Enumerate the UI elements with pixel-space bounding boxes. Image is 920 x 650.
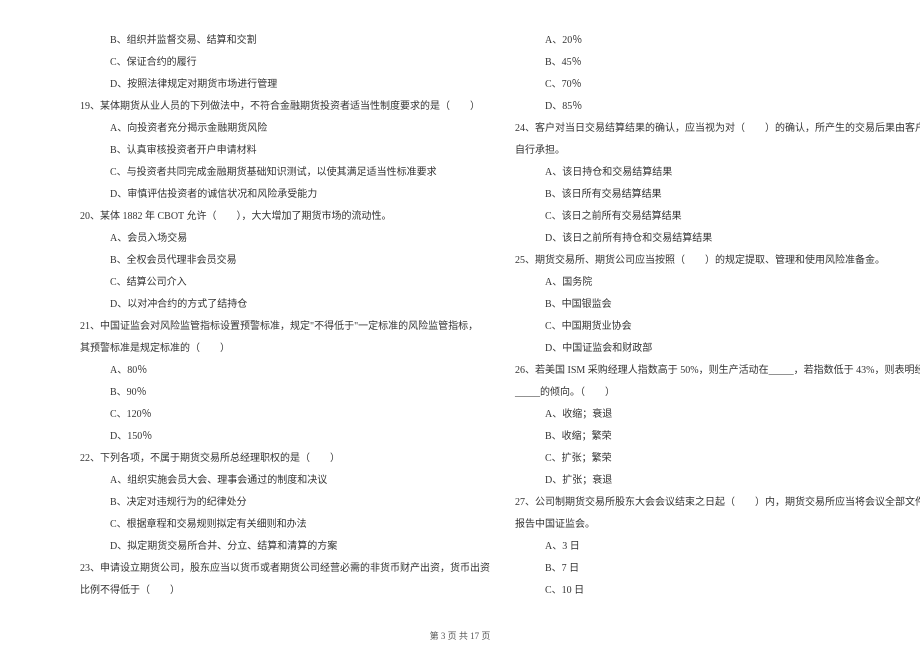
text-line: B、90％ bbox=[80, 382, 490, 404]
text-line: A、收缩；衰退 bbox=[515, 404, 920, 426]
text-line: C、根据章程和交易规则拟定有关细则和办法 bbox=[80, 514, 490, 536]
text-line: D、中国证监会和财政部 bbox=[515, 338, 920, 360]
text-line: 21、中国证监会对风险监管指标设置预警标准，规定"不得低于"一定标准的风险监管指… bbox=[80, 316, 490, 338]
text-line: 26、若美国 ISM 采购经理人指数高于 50%，则生产活动在_____，若指数… bbox=[515, 360, 920, 382]
text-line: 自行承担。 bbox=[515, 140, 920, 162]
right-column: A、20％B、45％C、70％D、85％24、客户对当日交易结算结果的确认，应当… bbox=[505, 30, 920, 590]
text-line: _____的倾向。（ ） bbox=[515, 382, 920, 404]
text-line: 25、期货交易所、期货公司应当按照（ ）的规定提取、管理和使用风险准备金。 bbox=[515, 250, 920, 272]
text-line: C、保证合约的履行 bbox=[80, 52, 490, 74]
text-line: 19、某体期货从业人员的下列做法中，不符合金融期货投资者适当性制度要求的是（ ） bbox=[80, 96, 490, 118]
text-line: B、中国银监会 bbox=[515, 294, 920, 316]
text-line: A、向投资者充分揭示金融期货风险 bbox=[80, 118, 490, 140]
text-line: 22、下列各项，不属于期货交易所总经理职权的是（ ） bbox=[80, 448, 490, 470]
text-line: C、10 日 bbox=[515, 580, 920, 602]
text-line: C、70％ bbox=[515, 74, 920, 96]
text-line: A、3 日 bbox=[515, 536, 920, 558]
text-line: B、收缩；繁荣 bbox=[515, 426, 920, 448]
text-line: C、与投资者共同完成金融期货基础知识测试，以使其满足适当性标准要求 bbox=[80, 162, 490, 184]
text-line: A、组织实施会员大会、理事会通过的制度和决议 bbox=[80, 470, 490, 492]
text-line: B、7 日 bbox=[515, 558, 920, 580]
text-line: B、全权会员代理非会员交易 bbox=[80, 250, 490, 272]
text-line: A、20％ bbox=[515, 30, 920, 52]
text-line: D、按照法律规定对期货市场进行管理 bbox=[80, 74, 490, 96]
text-line: C、该日之前所有交易结算结果 bbox=[515, 206, 920, 228]
text-line: 24、客户对当日交易结算结果的确认，应当视为对（ ）的确认，所产生的交易后果由客… bbox=[515, 118, 920, 140]
page-footer: 第 3 页 共 17 页 bbox=[0, 629, 920, 642]
text-line: D、审慎评估投资者的诚信状况和风险承受能力 bbox=[80, 184, 490, 206]
text-line: D、150％ bbox=[80, 426, 490, 448]
text-line: B、决定对违规行为的纪律处分 bbox=[80, 492, 490, 514]
text-line: C、120％ bbox=[80, 404, 490, 426]
exam-page: B、组织并监督交易、结算和交割C、保证合约的履行D、按照法律规定对期货市场进行管… bbox=[0, 0, 920, 620]
text-line: D、拟定期货交易所合并、分立、结算和清算的方案 bbox=[80, 536, 490, 558]
text-line: A、国务院 bbox=[515, 272, 920, 294]
text-line: C、中国期货业协会 bbox=[515, 316, 920, 338]
text-line: 比例不得低于（ ） bbox=[80, 580, 490, 602]
text-line: D、85％ bbox=[515, 96, 920, 118]
text-line: 23、申请设立期货公司，股东应当以货币或者期货公司经营必需的非货币财产出资，货币… bbox=[80, 558, 490, 580]
text-line: D、该日之前所有持仓和交易结算结果 bbox=[515, 228, 920, 250]
text-line: C、扩张；繁荣 bbox=[515, 448, 920, 470]
text-line: 27、公司制期货交易所股东大会会议结束之日起（ ）内，期货交易所应当将会议全部文… bbox=[515, 492, 920, 514]
text-line: B、该日所有交易结算结果 bbox=[515, 184, 920, 206]
text-line: 其预警标准是规定标准的（ ） bbox=[80, 338, 490, 360]
text-line: B、45％ bbox=[515, 52, 920, 74]
text-line: 20、某体 1882 年 CBOT 允许（ ），大大增加了期货市场的流动性。 bbox=[80, 206, 490, 228]
text-line: 报告中国证监会。 bbox=[515, 514, 920, 536]
left-column: B、组织并监督交易、结算和交割C、保证合约的履行D、按照法律规定对期货市场进行管… bbox=[40, 30, 505, 590]
text-line: B、组织并监督交易、结算和交割 bbox=[80, 30, 490, 52]
text-line: B、认真审核投资者开户申请材料 bbox=[80, 140, 490, 162]
text-line: D、扩张；衰退 bbox=[515, 470, 920, 492]
text-line: A、80％ bbox=[80, 360, 490, 382]
text-line: A、该日持仓和交易结算结果 bbox=[515, 162, 920, 184]
text-line: C、结算公司介入 bbox=[80, 272, 490, 294]
text-line: A、会员入场交易 bbox=[80, 228, 490, 250]
text-line: D、以对冲合约的方式了结持仓 bbox=[80, 294, 490, 316]
